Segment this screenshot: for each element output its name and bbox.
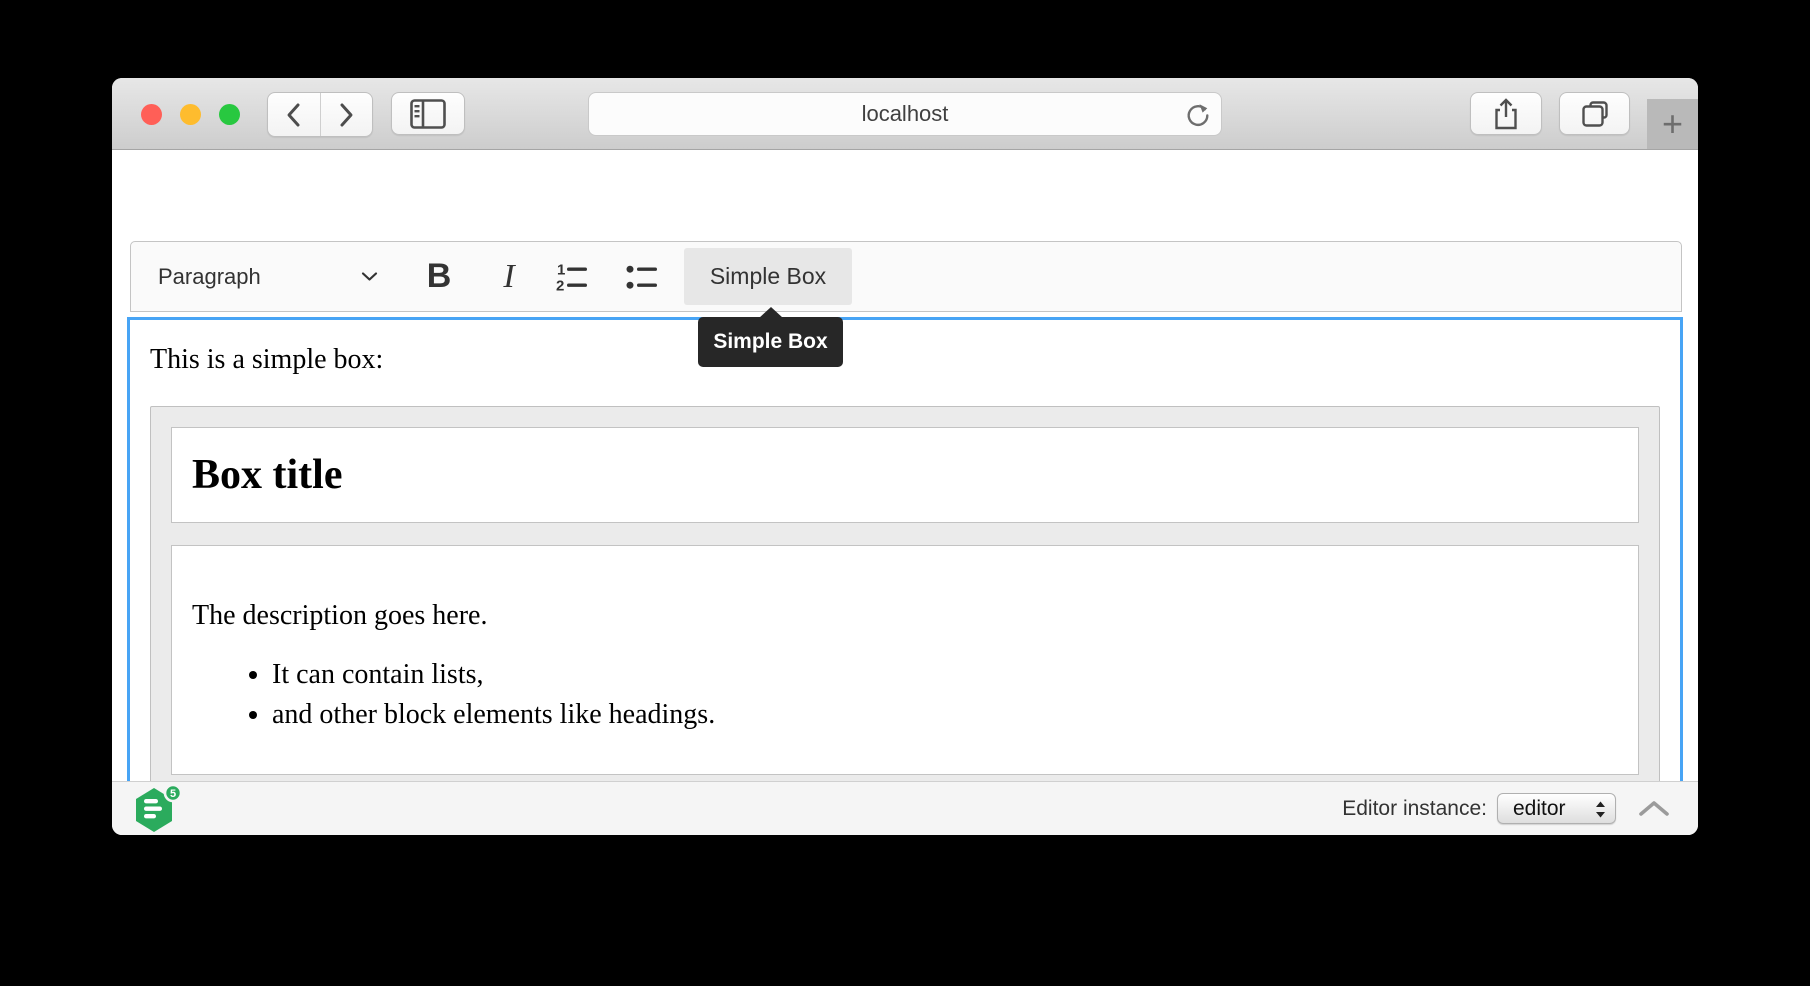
list-item[interactable]: and other block elements like headings. <box>272 696 1618 733</box>
italic-button[interactable]: I <box>479 248 539 305</box>
address-bar-url: localhost <box>862 101 949 127</box>
simple-box-button-label: Simple Box <box>710 263 826 290</box>
reload-icon <box>1184 101 1212 129</box>
chevron-left-icon <box>285 102 303 128</box>
new-tab-button[interactable]: + <box>1647 99 1698 149</box>
editor-editable-area[interactable]: This is a simple box: Box title The desc… <box>127 317 1683 835</box>
editor-toolbar: Paragraph B I 1 2 <box>130 241 1682 312</box>
plus-icon: + <box>1662 106 1683 142</box>
bold-icon: B <box>427 257 452 296</box>
tooltip-text: Simple Box <box>713 330 827 354</box>
sidebar-icon <box>410 99 446 129</box>
list-item[interactable]: It can contain lists, <box>272 656 1618 693</box>
show-tabs-button[interactable] <box>1559 92 1630 135</box>
tabs-overview-icon <box>1579 98 1611 130</box>
heading-dropdown[interactable]: Paragraph <box>131 242 396 311</box>
intro-paragraph[interactable]: This is a simple box: <box>150 344 1660 376</box>
select-arrows-icon <box>1595 800 1606 819</box>
minimize-window-button[interactable] <box>180 104 201 125</box>
reload-button[interactable] <box>1184 101 1212 135</box>
editor-instance-select[interactable]: editor <box>1497 793 1616 824</box>
editor-instance-label: Editor instance: <box>1342 797 1487 821</box>
simple-box-tooltip: Simple Box <box>698 317 843 367</box>
chevron-down-icon <box>361 271 378 282</box>
svg-text:1: 1 <box>557 261 565 278</box>
italic-icon: I <box>503 258 514 296</box>
sidebar-toggle-button[interactable] <box>391 92 465 135</box>
debug-bar: 5 Editor instance: editor <box>112 781 1698 835</box>
bulleted-list-button[interactable] <box>614 248 674 305</box>
editor-instance-select-value: editor <box>1513 797 1566 821</box>
collapse-panel-button[interactable] <box>1638 799 1670 818</box>
simple-box-button[interactable]: Simple Box <box>684 248 852 305</box>
share-button[interactable] <box>1470 92 1542 135</box>
chevron-up-icon <box>1638 799 1670 818</box>
simple-box-title-section[interactable]: Box title <box>171 427 1639 523</box>
browser-toolbar: localhost + <box>112 78 1698 150</box>
bold-button[interactable]: B <box>409 248 469 305</box>
browser-window: localhost + <box>112 78 1698 835</box>
debug-bar-controls: Editor instance: editor <box>1342 793 1698 824</box>
close-window-button[interactable] <box>141 104 162 125</box>
forward-button[interactable] <box>320 93 373 136</box>
numbered-list-button[interactable]: 1 2 <box>544 248 604 305</box>
web-page-content: Paragraph B I 1 2 <box>112 150 1698 781</box>
bulleted-list-icon <box>624 259 664 295</box>
svg-text:2: 2 <box>556 277 564 294</box>
description-paragraph[interactable]: The description goes here. <box>192 600 1618 632</box>
ckeditor-logo: 5 <box>136 784 184 834</box>
description-list: It can contain lists, and other block el… <box>192 656 1618 733</box>
history-nav-group <box>267 92 373 137</box>
heading-dropdown-value: Paragraph <box>158 264 261 290</box>
box-title-heading[interactable]: Box title <box>192 451 1618 499</box>
simple-box-description-section[interactable]: The description goes here. It can contai… <box>171 545 1639 775</box>
logo-badge: 5 <box>170 788 176 800</box>
share-icon <box>1490 97 1522 131</box>
address-bar[interactable]: localhost <box>588 92 1222 136</box>
ckeditor-hexagon-icon: 5 <box>136 784 184 834</box>
numbered-list-icon: 1 2 <box>554 259 594 295</box>
simple-box-widget[interactable]: Box title The description goes here. It … <box>150 406 1660 796</box>
back-button[interactable] <box>268 93 320 136</box>
zoom-window-button[interactable] <box>219 104 240 125</box>
chevron-right-icon <box>337 102 355 128</box>
